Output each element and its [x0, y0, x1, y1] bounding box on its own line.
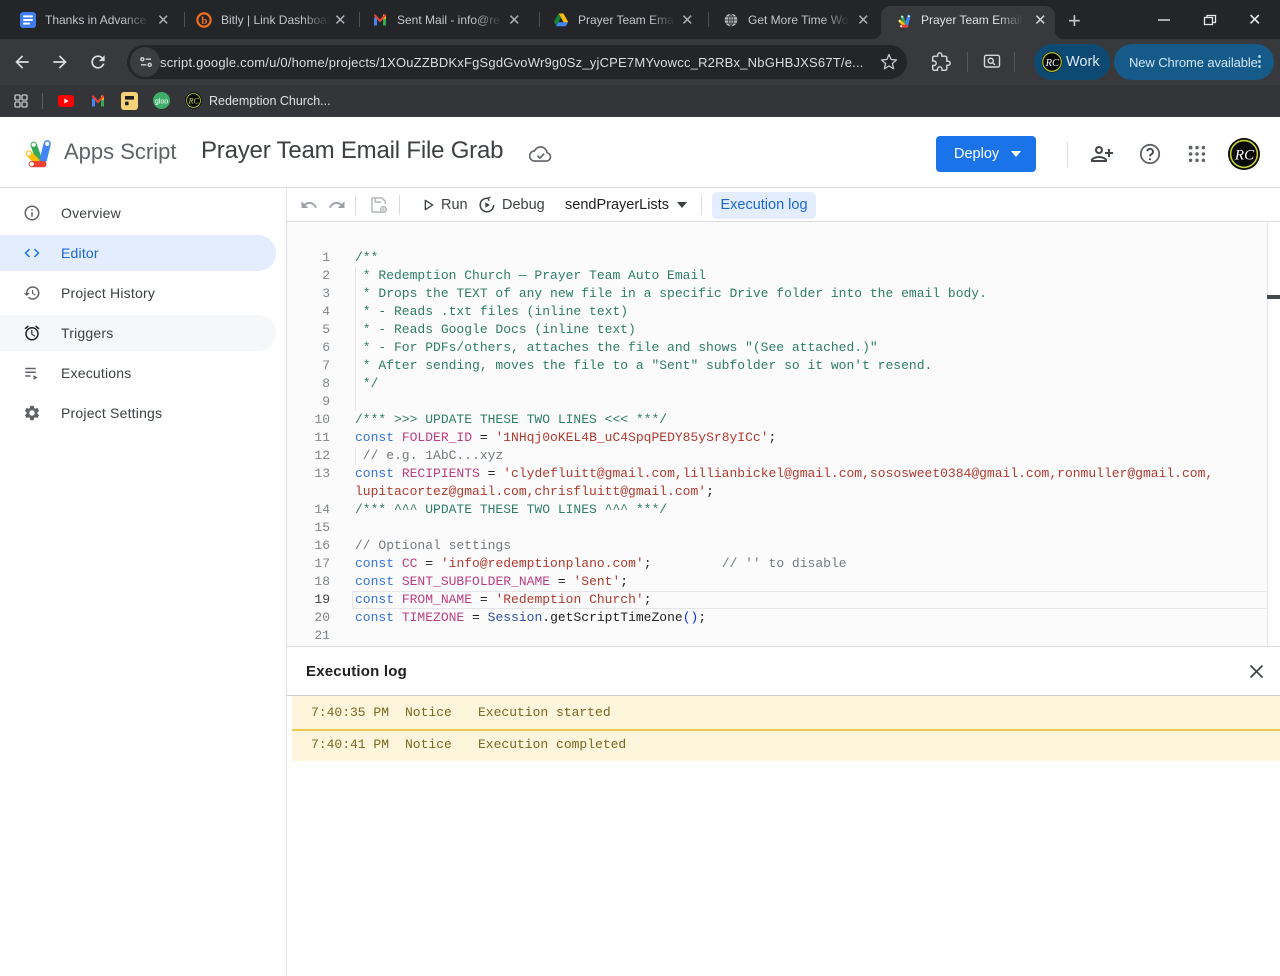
- svg-text:RC: RC: [188, 97, 200, 106]
- svg-text:RC: RC: [1234, 148, 1255, 164]
- svg-text:RC: RC: [1045, 58, 1060, 69]
- svg-text:gloo: gloo: [155, 98, 168, 105]
- svg-text:b: b: [201, 15, 207, 27]
